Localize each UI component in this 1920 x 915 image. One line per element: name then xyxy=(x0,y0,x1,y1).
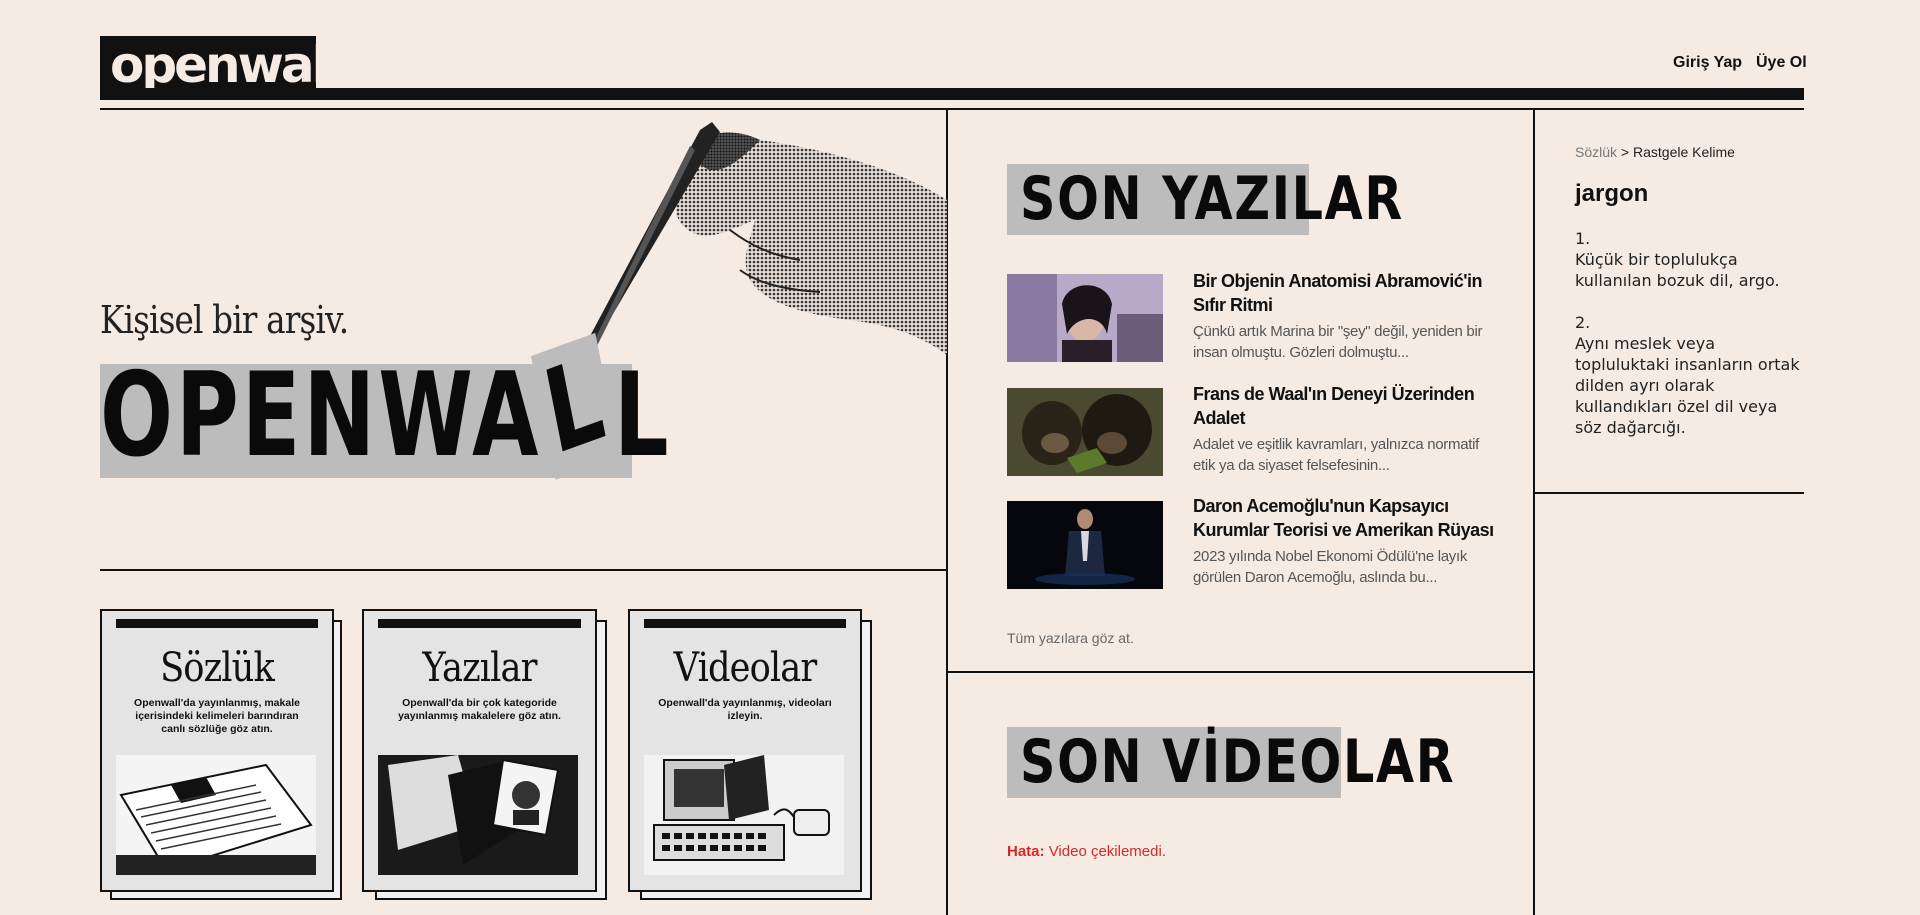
hero-title: OPENWALL xyxy=(100,331,672,482)
post-excerpt: 2023 yılında Nobel Ekonomi Ödülü'ne layı… xyxy=(1193,548,1468,586)
card-sozluk[interactable]: Sözlük Openwall'da yayınlanmış, makale i… xyxy=(100,609,334,892)
card-description: Openwall'da bir çok kategoride yayınlanm… xyxy=(398,697,561,722)
definition-text: Aynı meslek veya topluluktaki insanların… xyxy=(1575,334,1800,437)
hero-title-part: L xyxy=(613,348,672,483)
videos-heading: SON VİDEOLAR xyxy=(1020,727,1456,797)
breadcrumb-current: Rastgele Kelime xyxy=(1633,144,1735,160)
definition-number: 1. xyxy=(1575,229,1591,248)
posts-divider xyxy=(948,671,1533,673)
site-logo[interactable]: openwall xyxy=(110,34,343,96)
documents-portrait-illustration xyxy=(378,755,578,875)
card-description: Openwall'da yayınlanmış, videoları izley… xyxy=(658,697,832,722)
hero-divider xyxy=(100,569,946,571)
breadcrumb-separator: > xyxy=(1620,144,1630,160)
retro-computer-illustration xyxy=(644,755,844,875)
card-title: Videolar xyxy=(673,645,818,691)
header-bar xyxy=(100,88,1804,100)
post-title[interactable]: Frans de Waal'ın Deneyi Üzerinden Adalet xyxy=(1193,382,1493,430)
card-bar xyxy=(644,619,846,628)
definition-1: 1. Küçük bir toplulukça kullanılan bozuk… xyxy=(1575,228,1800,291)
header-divider xyxy=(100,108,1804,110)
card-bar xyxy=(378,619,581,628)
dictionary-word: jargon xyxy=(1575,180,1649,207)
post-excerpt: Adalet ve eşitlik kavramları, yalnızca n… xyxy=(1193,436,1480,474)
definition-text: Küçük bir toplulukça kullanılan bozuk di… xyxy=(1575,250,1780,290)
login-link[interactable]: Giriş Yap xyxy=(1673,54,1742,72)
post-thumbnail-de-waal[interactable] xyxy=(1007,388,1163,476)
error-label: Hata: xyxy=(1007,843,1045,860)
definition-2: 2. Aynı meslek veya topluluktaki insanla… xyxy=(1575,312,1800,438)
card-yazilar[interactable]: Yazılar Openwall'da bir çok kategoride y… xyxy=(362,609,597,892)
breadcrumb-root[interactable]: Sözlük xyxy=(1575,144,1617,160)
breadcrumb: Sözlük > Rastgele Kelime xyxy=(1575,144,1735,160)
error-message: Video çekilemedi. xyxy=(1048,843,1166,860)
posts-heading: SON YAZILAR xyxy=(1020,164,1404,234)
column-divider-right xyxy=(1533,110,1535,915)
video-error: Hata: Video çekilemedi. xyxy=(1007,843,1166,860)
hero-subtitle: Kişisel bir arşiv. xyxy=(100,298,349,342)
newspaper-illustration xyxy=(116,755,316,875)
all-posts-link[interactable]: Tüm yazılara göz at. xyxy=(1007,630,1134,646)
card-title: Sözlük xyxy=(160,645,275,691)
signup-link[interactable]: Üye Ol xyxy=(1756,54,1807,72)
post-thumbnail-abramovic[interactable] xyxy=(1007,274,1163,362)
hero-title-tilted-l: L xyxy=(531,331,621,481)
card-bar xyxy=(116,619,318,628)
hero-title-part: OPENWA xyxy=(100,348,542,483)
post-excerpt: Çünkü artık Marina bir "şey" değil, yeni… xyxy=(1193,323,1483,361)
card-videolar[interactable]: Videolar Openwall'da yayınlanmış, videol… xyxy=(628,609,862,892)
dictionary-divider xyxy=(1535,492,1804,494)
card-title: Yazılar xyxy=(422,645,537,691)
definition-number: 2. xyxy=(1575,313,1591,332)
card-description: Openwall'da yayınlanmış, makale içerisin… xyxy=(134,697,300,735)
post-title[interactable]: Daron Acemoğlu'nun Kapsayıcı Kurumlar Te… xyxy=(1193,494,1503,542)
post-thumbnail-acemoglu[interactable] xyxy=(1007,501,1163,589)
post-title[interactable]: Bir Objenin Anatomisi Abramović'in Sıfır… xyxy=(1193,269,1493,317)
